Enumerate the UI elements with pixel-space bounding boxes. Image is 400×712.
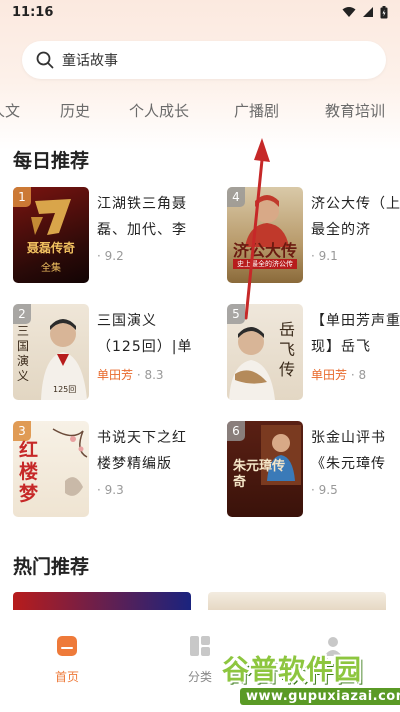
watermark-url: www.gupuxiazai.com <box>240 688 400 705</box>
cover-title: 岳飞传 <box>279 320 296 379</box>
book-item[interactable]: 4 济公大传 史上最全的济公传 济公大传（上最全的济 · 9.1 <box>227 187 400 287</box>
book-meta: · 9.1 <box>311 249 338 263</box>
category-tabs: 人文 历史 个人成长 广播剧 教育培训 <box>0 92 400 128</box>
book-item[interactable]: 5 岳飞传 【单田芳声重现】岳飞 单田芳 · 8 <box>227 304 400 404</box>
book-meta: · 9.5 <box>311 483 338 497</box>
book-title: 书说天下之红楼梦精编版 <box>97 430 187 472</box>
book-meta: · 9.3 <box>97 483 124 497</box>
tab-category-2[interactable]: 个人成长 <box>129 100 189 121</box>
book-author: 单田芳 <box>97 368 134 382</box>
book-rating: 9.5 <box>318 483 338 497</box>
book-title: 济公大传（上最全的济 <box>311 196 400 238</box>
signal-icon <box>363 7 373 17</box>
book-title: 江湖铁三角聂磊、加代、李 <box>97 196 187 238</box>
hot-item-cover[interactable] <box>13 592 191 610</box>
book-author: 单田芳 <box>311 368 348 382</box>
rank-badge: 6 <box>227 421 245 441</box>
book-cover: 4 济公大传 史上最全的济公传 <box>227 187 303 283</box>
book-rating: 8.3 <box>144 368 164 382</box>
cover-title: 济公大传 <box>232 241 297 260</box>
book-cover: 1 聂磊传奇 全集 <box>13 187 89 283</box>
search-bar[interactable]: 童话故事 <box>22 41 386 79</box>
book-title: 【单田芳声重现】岳飞 <box>311 313 400 355</box>
rank-badge: 1 <box>13 187 31 207</box>
wifi-icon <box>342 7 356 17</box>
tab-category-1[interactable]: 历史 <box>60 100 90 121</box>
book-rating: 9.3 <box>104 483 124 497</box>
book-rating: 9.2 <box>104 249 124 263</box>
nav-category-label: 分类 <box>187 670 212 684</box>
nav-home[interactable]: 首页 <box>37 634 97 685</box>
book-item[interactable]: 3 红楼梦 书说天下之红楼梦精编版 · 9.3 <box>13 421 203 521</box>
cover-title: 红楼梦 <box>19 439 39 505</box>
cover-title: 三国演义 <box>17 324 30 383</box>
book-title: 张金山评书《朱元璋传 <box>311 430 386 472</box>
book-cover: 3 红楼梦 <box>13 421 89 517</box>
tab-category-0[interactable]: 人文 <box>0 100 20 121</box>
status-icons <box>342 5 388 19</box>
book-cover: 6 朱元璋传奇 <box>227 421 303 517</box>
cover-subtitle: 全集 <box>41 263 61 274</box>
book-meta: 单田芳 · 8 <box>311 368 367 382</box>
nav-home-label: 首页 <box>54 670 79 684</box>
search-placeholder: 童话故事 <box>62 53 118 69</box>
home-icon <box>57 636 77 656</box>
rank-badge: 5 <box>227 304 245 324</box>
cover-subtitle: 史上最全的济公传 <box>233 259 297 269</box>
book-title: 三国演义（125回）|单 <box>97 313 193 355</box>
tab-category-3[interactable]: 广播剧 <box>234 100 279 121</box>
book-cover: 5 岳飞传 <box>227 304 303 400</box>
rank-badge: 3 <box>13 421 31 441</box>
book-item[interactable]: 6 朱元璋传奇 张金山评书《朱元璋传 · 9.5 <box>227 421 400 521</box>
nav-category[interactable]: 分类 <box>170 634 230 685</box>
book-meta: · 9.2 <box>97 249 124 263</box>
watermark-logo: 谷普软件园 www.gupuxiazai.com <box>222 648 400 712</box>
status-bar: 11:16 <box>0 0 400 24</box>
book-rating: 9.1 <box>318 249 338 263</box>
tab-category-4[interactable]: 教育培训 <box>325 100 385 121</box>
rank-badge: 4 <box>227 187 245 207</box>
cover-subtitle: 125回 <box>53 385 77 394</box>
rank-badge: 2 <box>13 304 31 324</box>
status-time: 11:16 <box>12 4 54 20</box>
book-rating: 8 <box>358 368 367 382</box>
book-cover: 2 三国演义 125回 <box>13 304 89 400</box>
book-meta: 单田芳 · 8.3 <box>97 368 164 382</box>
cover-title: 朱元璋传奇 <box>233 459 286 490</box>
cover-title: 聂磊传奇 <box>26 241 75 255</box>
watermark-title: 谷普软件园 <box>222 655 362 686</box>
category-icon <box>190 636 210 656</box>
book-item[interactable]: 2 三国演义 125回 三国演义（125回）|单 单田芳 · 8.3 <box>13 304 203 404</box>
book-item[interactable]: 1 聂磊传奇 全集 江湖铁三角聂磊、加代、李 · 9.2 <box>13 187 203 287</box>
hot-item-cover[interactable] <box>208 592 386 610</box>
hot-section-title: 热门推荐 <box>13 556 90 578</box>
search-icon <box>36 51 54 69</box>
daily-section-title: 每日推荐 <box>13 150 90 172</box>
battery-icon <box>380 5 388 18</box>
